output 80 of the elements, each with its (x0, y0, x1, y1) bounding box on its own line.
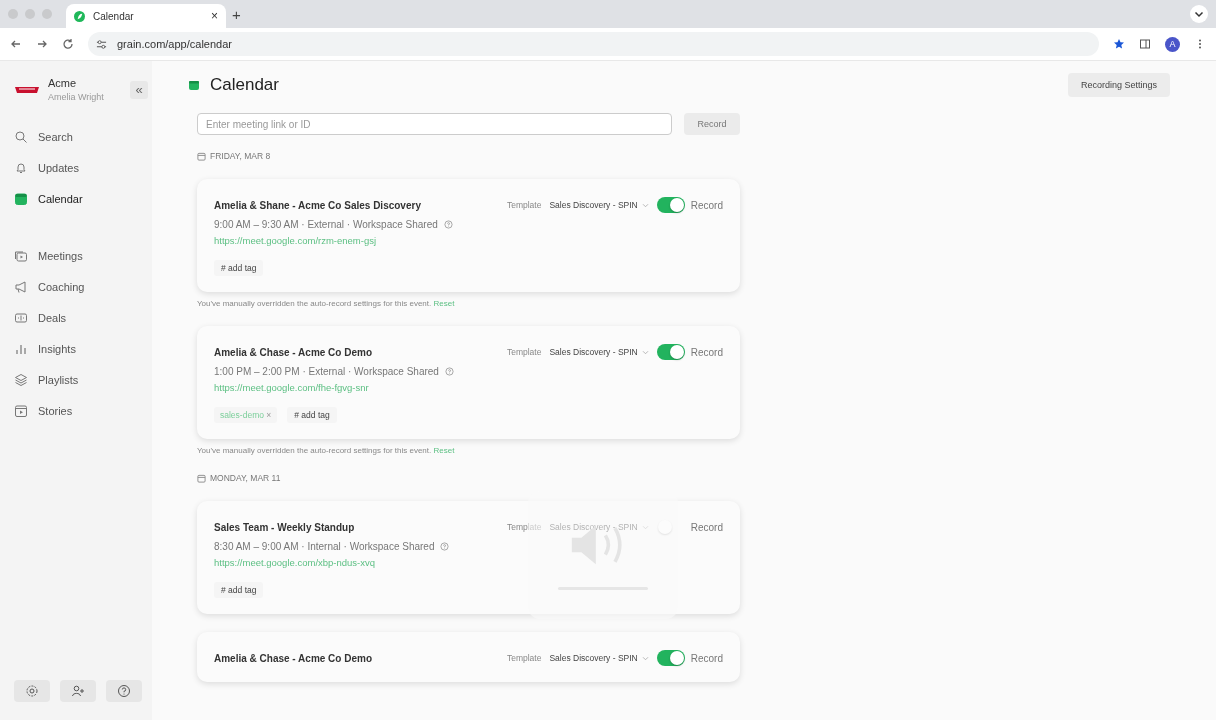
reload-icon[interactable] (62, 38, 74, 50)
close-tab-button[interactable]: × (211, 9, 218, 23)
event-details: 9:00 AM – 9:30 AM · External · Workspace Shared (214, 219, 438, 230)
bell-icon (14, 160, 28, 175)
user-name: Amelia Wright (48, 92, 105, 102)
event-details: 8:30 AM – 9:00 AM · Internal · Workspace Shared (214, 541, 435, 552)
event-title: Sales Team - Weekly Standup (214, 521, 356, 533)
event-title: Amelia & Chase - Acme Co Demo (214, 346, 373, 358)
collapse-sidebar-button[interactable]: « (130, 80, 148, 99)
video-icon (14, 248, 28, 263)
sidebar-item[interactable]: Playlists (14, 371, 152, 388)
add-user-icon (71, 684, 85, 698)
record-toggle[interactable] (656, 197, 685, 213)
settings-button[interactable] (14, 680, 50, 702)
chevron-down-icon (641, 349, 649, 355)
calendar-icon (197, 473, 206, 483)
record-label: Record (690, 346, 723, 358)
template-label: Template (506, 653, 542, 663)
record-label: Record (690, 521, 723, 533)
sidebar-item[interactable]: Coaching (14, 278, 152, 295)
megaphone-icon (14, 279, 28, 294)
workspace-name: Acme (48, 77, 78, 89)
search-icon (14, 129, 28, 144)
sidebar-item[interactable]: Search (14, 128, 152, 145)
help-button[interactable] (106, 680, 142, 702)
add-tag-button[interactable]: # add tag (287, 407, 337, 423)
recording-settings-button[interactable]: Recording Settings (1067, 73, 1170, 97)
template-dropdown[interactable]: Sales Discovery - SPIN (549, 653, 649, 663)
sidebar-item[interactable]: Updates (14, 159, 152, 176)
tab-title: Calendar (93, 10, 134, 22)
chevron-down-icon (641, 202, 649, 208)
add-tag-button[interactable]: # add tag (214, 260, 264, 276)
company-logo (14, 84, 40, 95)
sidebar-item[interactable]: Insights (14, 340, 152, 357)
help-icon[interactable] (440, 542, 450, 551)
template-label: Template (506, 200, 542, 210)
event-title: Amelia & Shane - Acme Co Sales Discovery (214, 199, 422, 211)
add-tag-button[interactable]: # add tag (214, 582, 264, 598)
chevron-down-icon[interactable] (1190, 5, 1208, 23)
help-icon (117, 684, 131, 698)
sidebar-item[interactable]: Meetings (14, 247, 152, 264)
chevron-down-icon (641, 655, 649, 661)
profile-avatar[interactable]: A (1165, 36, 1180, 52)
gear-icon (25, 684, 39, 698)
calendar-icon (188, 79, 200, 91)
template-label: Template (506, 347, 542, 357)
calendar-icon (14, 191, 28, 206)
record-toggle[interactable] (656, 344, 685, 360)
sidebar-item[interactable]: Calendar (14, 190, 152, 207)
browser-tab[interactable]: Calendar × (66, 4, 226, 28)
side-panel-icon[interactable] (1139, 38, 1151, 50)
page-title: Calendar (210, 75, 279, 95)
override-note: You've manually overridden the auto-record settings for this event. Reset (197, 299, 456, 308)
play-box-icon (14, 403, 28, 418)
help-icon[interactable] (444, 367, 454, 376)
event-details: 1:00 PM – 2:00 PM · External · Workspace Shared (214, 366, 439, 377)
day-heading: MONDAY, MAR 11 (210, 473, 281, 483)
leaf-logo-icon (74, 10, 85, 22)
star-icon[interactable] (1113, 38, 1125, 50)
record-button[interactable]: Record (684, 113, 740, 135)
sidebar-item[interactable]: Deals (14, 309, 152, 326)
help-icon[interactable] (443, 220, 453, 229)
sidebar-item[interactable]: Stories (14, 402, 152, 419)
layers-icon (14, 372, 28, 387)
record-label: Record (690, 652, 723, 664)
forward-arrow-icon[interactable] (36, 38, 48, 50)
new-tab-button[interactable]: + (232, 5, 241, 23)
record-label: Record (690, 199, 723, 211)
meeting-link-field[interactable]: Enter meeting link or ID (197, 113, 672, 135)
day-heading: FRIDAY, MAR 8 (210, 151, 271, 161)
back-arrow-icon[interactable] (10, 38, 22, 50)
add-user-button[interactable] (60, 680, 96, 702)
sliders-icon (96, 38, 107, 50)
override-note: You've manually overridden the auto-record settings for this event. Reset (197, 446, 456, 455)
template-dropdown[interactable]: Sales Discovery - SPIN (549, 347, 649, 357)
calendar-icon (197, 151, 206, 161)
event-title: Amelia & Chase - Acme Co Demo (214, 652, 373, 664)
template-dropdown[interactable]: Sales Discovery - SPIN (549, 200, 649, 210)
address-bar[interactable]: grain.com/app/calendar (88, 32, 1099, 56)
record-toggle[interactable] (656, 650, 685, 666)
